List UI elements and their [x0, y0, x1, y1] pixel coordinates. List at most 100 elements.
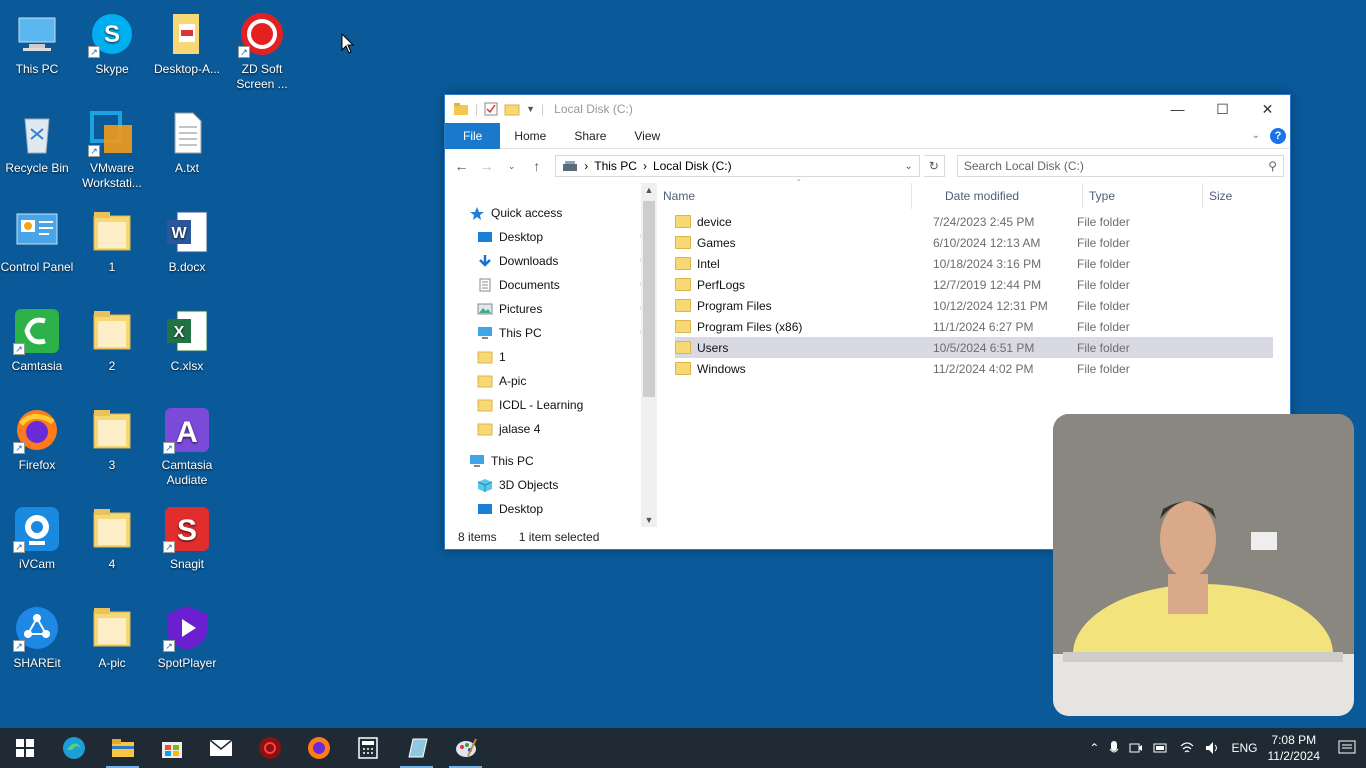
- folder-icon: [93, 311, 131, 350]
- search-input[interactable]: Search Local Disk (C:): [964, 159, 1084, 173]
- taskbar-recorder[interactable]: [245, 728, 294, 768]
- taskbar-firefox[interactable]: [294, 728, 343, 768]
- desktop-icon[interactable]: ↗ Camtasia: [0, 307, 74, 374]
- file-row[interactable]: Games 6/10/2024 12:13 AM File folder: [675, 232, 1273, 253]
- desktop-icon[interactable]: ↗ ZD Soft Screen ...: [225, 10, 299, 92]
- desktop-icon[interactable]: ↗ SHAREit: [0, 604, 74, 671]
- new-folder-icon[interactable]: [504, 102, 520, 116]
- desktop-icon[interactable]: Recycle Bin: [0, 109, 74, 176]
- nav-qa-folder-1[interactable]: 1: [445, 345, 657, 369]
- battery-icon[interactable]: [1153, 742, 1169, 754]
- taskbar-edge[interactable]: [49, 728, 98, 768]
- desktop-icon[interactable]: ↗ SpotPlayer: [150, 604, 224, 671]
- desktop-icon[interactable]: This PC: [0, 10, 74, 77]
- nav-pc-desktop[interactable]: Desktop: [445, 497, 657, 521]
- tab-file[interactable]: File: [445, 122, 501, 149]
- scroll-thumb[interactable]: [643, 201, 655, 397]
- file-name-cell: Windows: [675, 362, 933, 376]
- desktop-icon[interactable]: X C.xlsx: [150, 307, 224, 374]
- refresh-button[interactable]: ↻: [923, 155, 945, 177]
- tab-share[interactable]: Share: [560, 123, 620, 149]
- desktop-icon[interactable]: W B.docx: [150, 208, 224, 275]
- nav-qa-documents[interactable]: Documents✶: [445, 273, 657, 297]
- tab-home[interactable]: Home: [500, 123, 560, 149]
- tab-view[interactable]: View: [620, 123, 674, 149]
- desktop-icon[interactable]: 4: [75, 505, 149, 572]
- wifi-icon[interactable]: [1179, 741, 1195, 755]
- file-row[interactable]: Windows 11/2/2024 4:02 PM File folder: [675, 358, 1273, 379]
- desktop-icon[interactable]: A-pic: [75, 604, 149, 671]
- nav-qa-icdl-learning[interactable]: ICDL - Learning: [445, 393, 657, 417]
- navigation-pane[interactable]: Quick access Desktop✶Downloads✶Documents✶…: [445, 183, 657, 527]
- file-row[interactable]: Intel 10/18/2024 3:16 PM File folder: [675, 253, 1273, 274]
- taskbar-store[interactable]: [147, 728, 196, 768]
- taskbar-calculator[interactable]: [343, 728, 392, 768]
- nav-qa-a-pic[interactable]: A-pic: [445, 369, 657, 393]
- forward-button[interactable]: →: [476, 158, 497, 174]
- close-button[interactable]: ✕: [1245, 95, 1290, 123]
- file-row[interactable]: Program Files 10/12/2024 12:31 PM File fol…: [675, 295, 1273, 316]
- column-date[interactable]: Date modified: [939, 183, 1083, 209]
- microphone-icon[interactable]: [1109, 740, 1119, 756]
- file-row[interactable]: Users 10/5/2024 6:51 PM File folder: [675, 337, 1273, 358]
- desktop-icon[interactable]: S ↗ Skype: [75, 10, 149, 77]
- store-icon: [161, 742, 182, 758]
- desktop-icon[interactable]: S ↗ Snagit: [150, 505, 224, 572]
- nav-this-pc[interactable]: This PC: [445, 449, 657, 473]
- nav-scrollbar[interactable]: ▲ ▼: [641, 183, 657, 527]
- start-button[interactable]: [0, 728, 49, 768]
- desktop-icon[interactable]: ↗ Firefox: [0, 406, 74, 473]
- title-bar[interactable]: | ▼ | Local Disk (C:) — ☐ ✕: [445, 95, 1290, 123]
- taskbar-mail[interactable]: [196, 728, 245, 768]
- file-row[interactable]: PerfLogs 12/7/2019 12:44 PM File folder: [675, 274, 1273, 295]
- language-indicator[interactable]: ENG: [1231, 741, 1257, 755]
- expand-ribbon-icon[interactable]: ⌄: [1252, 130, 1260, 141]
- nav-qa-downloads[interactable]: Downloads✶: [445, 249, 657, 273]
- desktop-icon[interactable]: 1: [75, 208, 149, 275]
- address-bar[interactable]: › This PC › Local Disk (C:) ⌄: [555, 155, 920, 177]
- up-button[interactable]: ↑: [526, 158, 547, 174]
- volume-icon[interactable]: [1205, 741, 1221, 755]
- column-size[interactable]: Size: [1203, 183, 1283, 209]
- camera-icon[interactable]: [1129, 741, 1143, 755]
- breadcrumb-this-pc[interactable]: This PC: [594, 159, 637, 173]
- column-name[interactable]: Name: [657, 183, 912, 209]
- address-dropdown-icon[interactable]: ⌄: [904, 161, 912, 172]
- nav-3d-objects[interactable]: 3D Objects: [445, 473, 657, 497]
- desktop-icon[interactable]: A ↗ Camtasia Audiate: [150, 406, 224, 488]
- search-box[interactable]: Search Local Disk (C:) ⚲: [956, 155, 1284, 177]
- nav-qa-desktop[interactable]: Desktop✶: [445, 225, 657, 249]
- nav-qa-jalase-4[interactable]: jalase 4: [445, 417, 657, 441]
- breadcrumb-local-disk[interactable]: Local Disk (C:): [653, 159, 732, 173]
- scroll-down-icon[interactable]: ▼: [641, 515, 657, 525]
- maximize-button[interactable]: ☐: [1200, 95, 1245, 123]
- taskbar-app[interactable]: [392, 728, 441, 768]
- notifications-icon[interactable]: [1338, 740, 1356, 756]
- desktop-icon[interactable]: 3: [75, 406, 149, 473]
- file-row[interactable]: device 7/24/2023 2:45 PM File folder: [675, 211, 1273, 232]
- qa-dropdown-icon[interactable]: ▼: [526, 104, 535, 114]
- nav-qa-this-pc[interactable]: This PC✶: [445, 321, 657, 345]
- help-icon[interactable]: ?: [1270, 127, 1286, 144]
- properties-icon[interactable]: [484, 102, 498, 116]
- desktop-icon[interactable]: Control Panel: [0, 208, 74, 275]
- taskbar-paint[interactable]: [441, 728, 490, 768]
- desktop-icon[interactable]: 2: [75, 307, 149, 374]
- nav-quick-access[interactable]: Quick access: [445, 201, 657, 225]
- taskbar-file-explorer[interactable]: [98, 728, 147, 768]
- minimize-button[interactable]: —: [1155, 95, 1200, 123]
- desktop-icon[interactable]: Desktop-A...: [150, 10, 224, 77]
- show-hidden-icons-icon[interactable]: ⌃: [1089, 741, 1099, 755]
- recent-locations-icon[interactable]: ⌄: [501, 161, 522, 172]
- desktop-icon-label: B.docx: [168, 260, 206, 274]
- desktop-icon[interactable]: A.txt: [150, 109, 224, 176]
- desktop-icon[interactable]: ↗ iVCam: [0, 505, 74, 572]
- column-type[interactable]: Type: [1083, 183, 1203, 209]
- nav-qa-pictures[interactable]: Pictures✶: [445, 297, 657, 321]
- back-button[interactable]: ←: [451, 158, 472, 174]
- clock[interactable]: 7:08 PM 11/2/2024: [1268, 732, 1321, 764]
- file-row[interactable]: Program Files (x86) 11/1/2024 6:27 PM File…: [675, 316, 1273, 337]
- file-name-cell: PerfLogs: [675, 278, 933, 292]
- scroll-up-icon[interactable]: ▲: [641, 185, 657, 195]
- desktop-icon[interactable]: ↗ VMware Workstati...: [75, 109, 149, 191]
